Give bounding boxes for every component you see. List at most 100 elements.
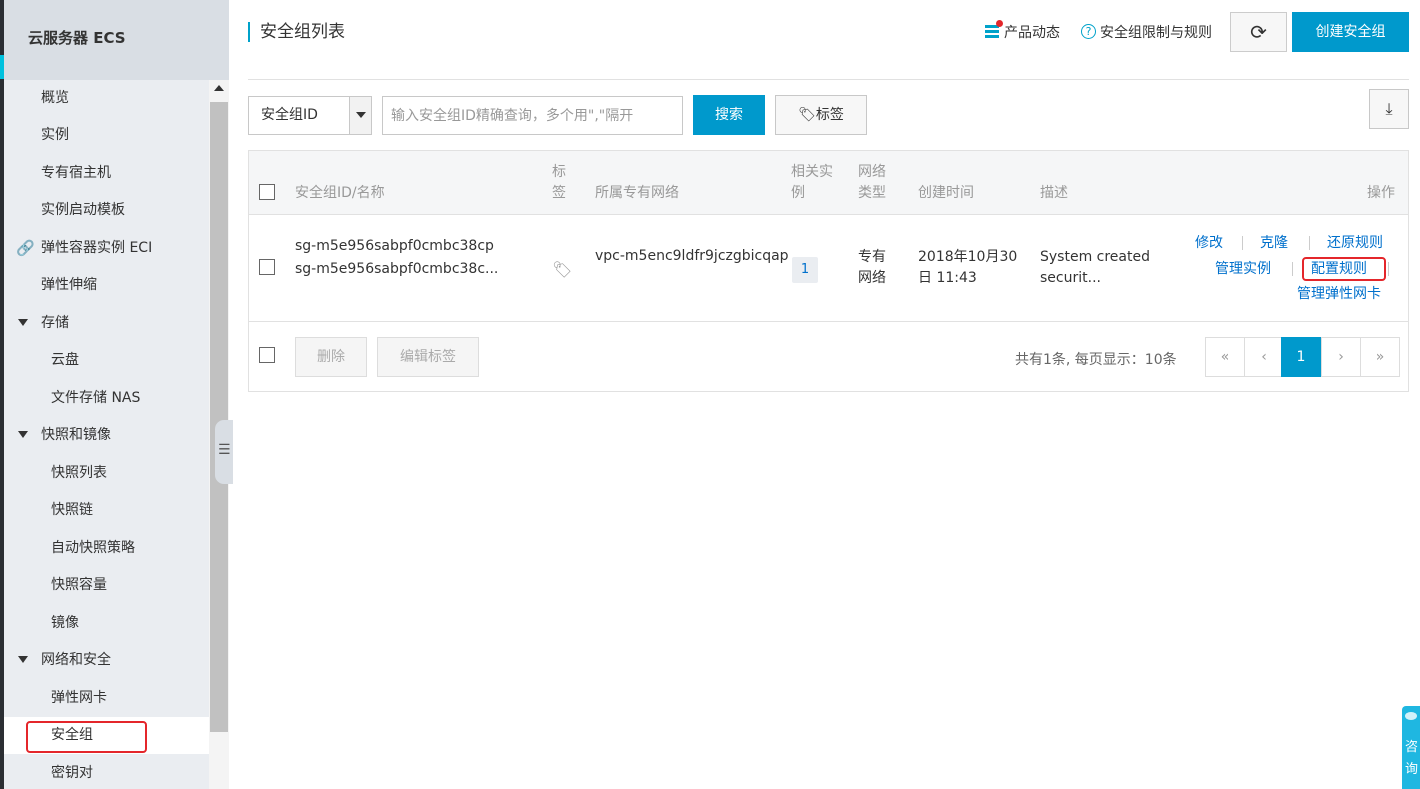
- highlight-box-security-groups: [26, 721, 147, 753]
- caret-down-icon: [18, 656, 28, 663]
- sidebar-item-label: 弹性网卡: [51, 690, 107, 706]
- sidebar-item-snapshot-chain[interactable]: 快照链: [4, 492, 209, 529]
- created-time: 2018年10月30: [918, 249, 1018, 265]
- sidebar-item-instances[interactable]: 实例: [4, 117, 209, 154]
- vpc-id[interactable]: vpc-m5enc9ldfr9jczgbicqap: [595, 246, 789, 267]
- sidebar-item-eni[interactable]: 弹性网卡: [4, 680, 209, 717]
- filter-select-value: 安全组ID: [261, 107, 318, 123]
- sidebar-group-network-security[interactable]: 网络和安全: [4, 642, 209, 679]
- chat-icon: [1405, 712, 1417, 720]
- consult-floating-tab[interactable]: 咨 询: [1402, 706, 1420, 789]
- created-time-line2: 日 11:43: [918, 270, 977, 286]
- sidebar-item-snapshot-list[interactable]: 快照列表: [4, 455, 209, 492]
- edit-tags-button[interactable]: 编辑标签: [377, 337, 479, 377]
- column-operations: 操作: [1367, 185, 1395, 201]
- sidebar-item-auto-scaling[interactable]: 弹性伸缩: [4, 267, 209, 304]
- sidebar-collapse-handle[interactable]: ☰: [215, 420, 233, 484]
- sidebar-item-label: 弹性伸缩: [41, 277, 97, 293]
- manage-eni-link[interactable]: 管理弹性网卡: [1297, 284, 1381, 304]
- column-id-name: 安全组ID/名称: [295, 185, 385, 201]
- column-tag-line2: 签: [552, 185, 566, 201]
- security-group-table: 安全组ID/名称 标 签 所属专有网络 相关实 例 网络 类型 创建时间 描述 …: [248, 150, 1409, 392]
- network-type-line2: 网络: [858, 270, 886, 286]
- column-instances: 相关实: [791, 164, 833, 180]
- security-group-name: sg-m5e956sabpf0cmbc38c...: [295, 261, 499, 277]
- sidebar-item-label: 概览: [41, 90, 69, 106]
- restore-rules-link[interactable]: 还原规则: [1327, 233, 1383, 253]
- sidebar-group-storage[interactable]: 存储: [4, 305, 209, 342]
- sidebar-item-key-pairs[interactable]: 密钥对: [4, 755, 209, 789]
- export-icon: ⤓: [1385, 99, 1393, 118]
- manage-instances-link[interactable]: 管理实例: [1215, 259, 1271, 279]
- search-button[interactable]: 搜索: [693, 95, 765, 135]
- sidebar-group-label: 快照和镜像: [41, 427, 111, 443]
- sidebar-item-label: 实例: [41, 127, 69, 143]
- footer-select-all-checkbox[interactable]: [259, 347, 275, 363]
- sidebar-item-label: 密钥对: [51, 765, 93, 781]
- sidebar-item-nas[interactable]: 文件存储 NAS: [4, 380, 209, 417]
- sidebar-item-label: 实例启动模板: [41, 202, 125, 218]
- scroll-up-arrow-icon[interactable]: [214, 85, 224, 91]
- sidebar-group-label: 存储: [41, 315, 69, 331]
- sidebar-item-auto-snapshot-policy[interactable]: 自动快照策略: [4, 530, 209, 567]
- ecs-console: 云服务器 ECS 概览 实例 专有宿主机 实例启动模板 🔗 弹性容器实例 ECI …: [0, 0, 1420, 789]
- row-checkbox[interactable]: [259, 259, 275, 275]
- tag-button-label: 标签: [815, 107, 844, 123]
- description: System created: [1040, 249, 1150, 265]
- sidebar-menu: 概览 实例 专有宿主机 实例启动模板 🔗 弹性容器实例 ECI 弹性伸缩 存储 云…: [4, 80, 209, 789]
- sidebar-title: 云服务器 ECS: [28, 29, 126, 47]
- filter-select[interactable]: 安全组ID: [248, 96, 372, 135]
- tag-filter-button[interactable]: 🏷标签: [775, 95, 867, 135]
- next-page-button[interactable]: ›: [1321, 337, 1361, 377]
- column-network-type-line2: 类型: [858, 185, 886, 201]
- link-icon: 🔗: [16, 239, 35, 257]
- modify-link[interactable]: 修改: [1195, 233, 1223, 253]
- prev-page-button[interactable]: ‹: [1244, 337, 1284, 377]
- clone-link[interactable]: 克隆: [1260, 233, 1288, 253]
- page-1-button[interactable]: 1: [1281, 337, 1321, 377]
- security-group-id: sg-m5e956sabpf0cmbc38cp: [295, 238, 494, 254]
- security-group-limits-link[interactable]: 安全组限制与规则: [1100, 24, 1212, 42]
- caret-down-icon: [18, 431, 28, 438]
- export-button[interactable]: ⤓: [1369, 89, 1409, 129]
- sidebar-item-label: 弹性容器实例 ECI: [41, 240, 153, 256]
- create-security-group-button[interactable]: 创建安全组: [1292, 12, 1409, 52]
- sidebar-item-label: 自动快照策略: [51, 540, 135, 556]
- sidebar-group-label: 网络和安全: [41, 652, 111, 668]
- sidebar-item-images[interactable]: 镜像: [4, 605, 209, 642]
- pagination-summary: 共有1条, 每页显示：10条: [1015, 352, 1177, 368]
- network-type: 专有: [858, 249, 886, 265]
- scrollbar-thumb[interactable]: [210, 102, 228, 732]
- select-all-checkbox[interactable]: [259, 184, 275, 200]
- highlight-box-configure-rules: [1302, 257, 1386, 281]
- consult-label-line2: 询: [1405, 762, 1419, 777]
- product-news-link[interactable]: 产品动态: [1004, 24, 1060, 42]
- sidebar-item-disks[interactable]: 云盘: [4, 342, 209, 379]
- column-tag: 标: [552, 164, 566, 180]
- first-page-button[interactable]: «: [1205, 337, 1245, 377]
- sidebar: 云服务器 ECS 概览 实例 专有宿主机 实例启动模板 🔗 弹性容器实例 ECI …: [4, 0, 233, 789]
- sidebar-item-label: 云盘: [51, 352, 79, 368]
- sidebar-item-snapshot-capacity[interactable]: 快照容量: [4, 567, 209, 604]
- collapse-icon: ☰: [218, 442, 231, 458]
- tag-icon[interactable]: 🏷: [552, 260, 572, 279]
- related-instances-count[interactable]: 1: [792, 257, 818, 283]
- sidebar-item-dedicated-hosts[interactable]: 专有宿主机: [4, 155, 209, 192]
- search-input[interactable]: [382, 96, 683, 135]
- product-news-icon[interactable]: [985, 20, 1003, 39]
- op-separator: [1309, 236, 1310, 250]
- question-icon[interactable]: ?: [1081, 24, 1096, 39]
- sidebar-item-launch-templates[interactable]: 实例启动模板: [4, 192, 209, 229]
- delete-button[interactable]: 删除: [295, 337, 367, 377]
- sidebar-item-overview[interactable]: 概览: [4, 80, 209, 117]
- refresh-icon: ⟳: [1250, 20, 1267, 44]
- last-page-button[interactable]: »: [1360, 337, 1400, 377]
- sidebar-item-eci[interactable]: 🔗 弹性容器实例 ECI: [4, 230, 209, 267]
- column-instances-line2: 例: [791, 185, 805, 201]
- refresh-button[interactable]: ⟳: [1230, 12, 1287, 52]
- column-created-time: 创建时间: [918, 185, 974, 201]
- table-header: 安全组ID/名称 标 签 所属专有网络 相关实 例 网络 类型 创建时间 描述 …: [249, 151, 1408, 215]
- header-divider: [248, 79, 1409, 80]
- page-title: 安全组列表: [248, 22, 345, 42]
- sidebar-group-snapshots-images[interactable]: 快照和镜像: [4, 417, 209, 454]
